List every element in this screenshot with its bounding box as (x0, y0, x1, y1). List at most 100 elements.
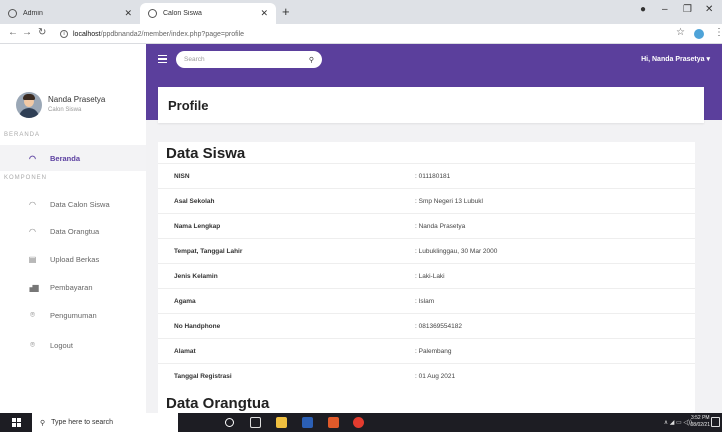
row-label: Alamat (174, 348, 196, 355)
chrome-icon[interactable] (353, 417, 364, 428)
restore-icon[interactable]: ❐ (683, 4, 692, 15)
dashboard-icon: ◠ (29, 226, 36, 236)
url-host: localhost (73, 30, 101, 38)
account-icon[interactable]: ● (640, 4, 646, 15)
globe-icon (8, 9, 17, 18)
main-content: Search ⚲ Hi, Nanda Prasetya ▾ Profile Da… (146, 44, 722, 413)
search-icon[interactable]: ⚲ (309, 56, 314, 64)
taskbar-search-input[interactable]: ⚲ Type here to search (32, 413, 178, 432)
data-siswa-heading: Data Siswa (166, 145, 246, 162)
data-orangtua-heading: Data Orangtua (166, 395, 270, 412)
user-name: Nanda Prasetya (48, 95, 106, 104)
notification-icon[interactable] (711, 417, 720, 427)
close-tab-icon[interactable]: ✕ (260, 8, 268, 19)
taskbar: ⚲ Type here to search ∧ ◢ ▭ ◁)) 3:52 PM … (0, 413, 722, 432)
address-bar: ← → ↻ i localhost /ppdbnanda2/member/ind… (0, 24, 722, 44)
sidebar-item-upload-berkas[interactable]: ▤ Upload Berkas (0, 246, 146, 272)
app-icon[interactable] (328, 417, 339, 428)
bookmark-star-icon[interactable]: ☆ (676, 27, 685, 38)
sidebar-item-beranda[interactable]: ◠ Beranda (0, 145, 146, 171)
back-icon[interactable]: ← (8, 27, 18, 38)
word-icon[interactable] (302, 417, 313, 428)
row-value: : 011180181 (415, 173, 451, 180)
taskbar-clock[interactable]: 3:52 PM 08/02/21 (691, 415, 710, 429)
file-explorer-icon[interactable] (276, 417, 287, 428)
sidebar-item-label: Upload Berkas (50, 254, 100, 264)
avatar (16, 92, 42, 118)
search-input[interactable]: Search ⚲ (176, 51, 322, 68)
tab-label: Calon Siswa (163, 10, 202, 17)
section-komponen: KOMPONEN (4, 175, 48, 181)
clock-time: 3:52 PM (690, 415, 710, 421)
sidebar-item-pengumuman[interactable]: ⌾ Pengumuman (0, 302, 146, 328)
clock-date: 08/02/21 (690, 422, 710, 428)
table-row: Alamat : Palembang (158, 338, 695, 363)
sidebar-item-data-orangtua[interactable]: ◠ Data Orangtua (0, 218, 146, 244)
sidebar: Nanda Prasetya Calon Siswa BERANDA ◠ Ber… (0, 44, 146, 413)
row-value: : Lubuklinggau, 30 Mar 2000 (415, 248, 498, 255)
row-label: No Handphone (174, 323, 221, 330)
globe-icon (148, 9, 157, 18)
task-view-icon[interactable] (250, 417, 261, 428)
tab-calon-siswa[interactable]: Calon Siswa ✕ (140, 3, 276, 24)
row-label: Jenis Kelamin (174, 273, 218, 280)
forward-icon[interactable]: → (22, 27, 32, 38)
row-value: : 01 Aug 2021 (415, 373, 456, 380)
search-icon: ⚲ (40, 419, 46, 427)
user-menu-dropdown[interactable]: Hi, Nanda Prasetya ▾ (641, 55, 710, 63)
info-icon[interactable]: i (60, 30, 68, 38)
table-row: No Handphone : 081369554182 (158, 313, 695, 338)
cortana-icon[interactable] (225, 418, 234, 427)
row-label: Asal Sekolah (174, 198, 215, 205)
page-title: Profile (168, 98, 209, 113)
close-window-icon[interactable]: ✕ (705, 4, 713, 15)
row-value: : Islam (415, 298, 435, 305)
pin-icon: ⌾ (30, 310, 35, 319)
row-label: Agama (174, 298, 196, 305)
section-beranda: BERANDA (4, 132, 41, 138)
table-row: Jenis Kelamin : Laki-Laki (158, 263, 695, 288)
table-row: Tempat, Tanggal Lahir : Lubuklinggau, 30… (158, 238, 695, 263)
system-tray-icons[interactable]: ∧ ◢ ▭ ◁)) (664, 419, 692, 426)
sidebar-item-label: Pengumuman (50, 310, 97, 320)
row-value: : Nanda Prasetya (415, 223, 466, 230)
bar-chart-icon: ▗▆ (26, 282, 39, 292)
tab-admin[interactable]: Admin ✕ (0, 3, 140, 24)
row-label: Nama Lengkap (174, 223, 221, 230)
url-path: /ppdbnanda2/member/index.php?page=profil… (100, 30, 245, 38)
profile-card: Data Siswa NISN : 011180181 Asal Sekolah… (158, 142, 695, 413)
tab-label: Admin (23, 10, 43, 17)
hamburger-menu-icon[interactable] (158, 55, 167, 63)
sidebar-item-label: Beranda (50, 153, 81, 163)
pin-icon: ⌾ (30, 340, 35, 349)
search-placeholder: Search (184, 56, 205, 63)
row-label: NISN (174, 173, 190, 180)
sidebar-item-label: Pembayaran (50, 282, 93, 292)
row-value: : 081369554182 (415, 323, 462, 330)
sidebar-item-label: Data Orangtua (50, 226, 100, 236)
sidebar-item-label: Logout (50, 340, 73, 350)
table-row: Tanggal Registrasi : 01 Aug 2021 (158, 363, 695, 388)
sidebar-item-logout[interactable]: ⌾ Logout (0, 332, 146, 358)
row-label: Tanggal Registrasi (174, 373, 232, 380)
table-row: NISN : 011180181 (158, 163, 695, 188)
sidebar-item-label: Data Calon Siswa (50, 199, 110, 209)
windows-start-icon[interactable] (12, 418, 21, 427)
document-icon: ▤ (28, 254, 37, 264)
browser-tab-bar: Admin ✕ Calon Siswa ✕ + ● – ❐ ✕ (0, 0, 722, 24)
close-tab-icon[interactable]: ✕ (124, 8, 132, 19)
url-field[interactable]: i localhost /ppdbnanda2/member/index.php… (60, 27, 660, 41)
new-tab-button[interactable]: + (282, 5, 290, 19)
row-value: : Smp Negeri 13 Lubukl (415, 198, 483, 205)
row-value: : Laki-Laki (415, 273, 445, 280)
menu-kebab-icon[interactable]: ⋮ (714, 27, 722, 38)
sidebar-item-data-calon-siswa[interactable]: ◠ Data Calon Siswa (0, 191, 146, 217)
taskbar-search-placeholder: Type here to search (51, 419, 114, 426)
minimize-icon[interactable]: – (662, 4, 668, 15)
dashboard-icon: ◠ (29, 199, 36, 209)
reload-icon[interactable]: ↻ (38, 27, 46, 38)
extension-icon[interactable] (694, 29, 704, 39)
table-row: Asal Sekolah : Smp Negeri 13 Lubukl (158, 188, 695, 213)
table-row: Nama Lengkap : Nanda Prasetya (158, 213, 695, 238)
sidebar-item-pembayaran[interactable]: ▗▆ Pembayaran (0, 274, 146, 300)
